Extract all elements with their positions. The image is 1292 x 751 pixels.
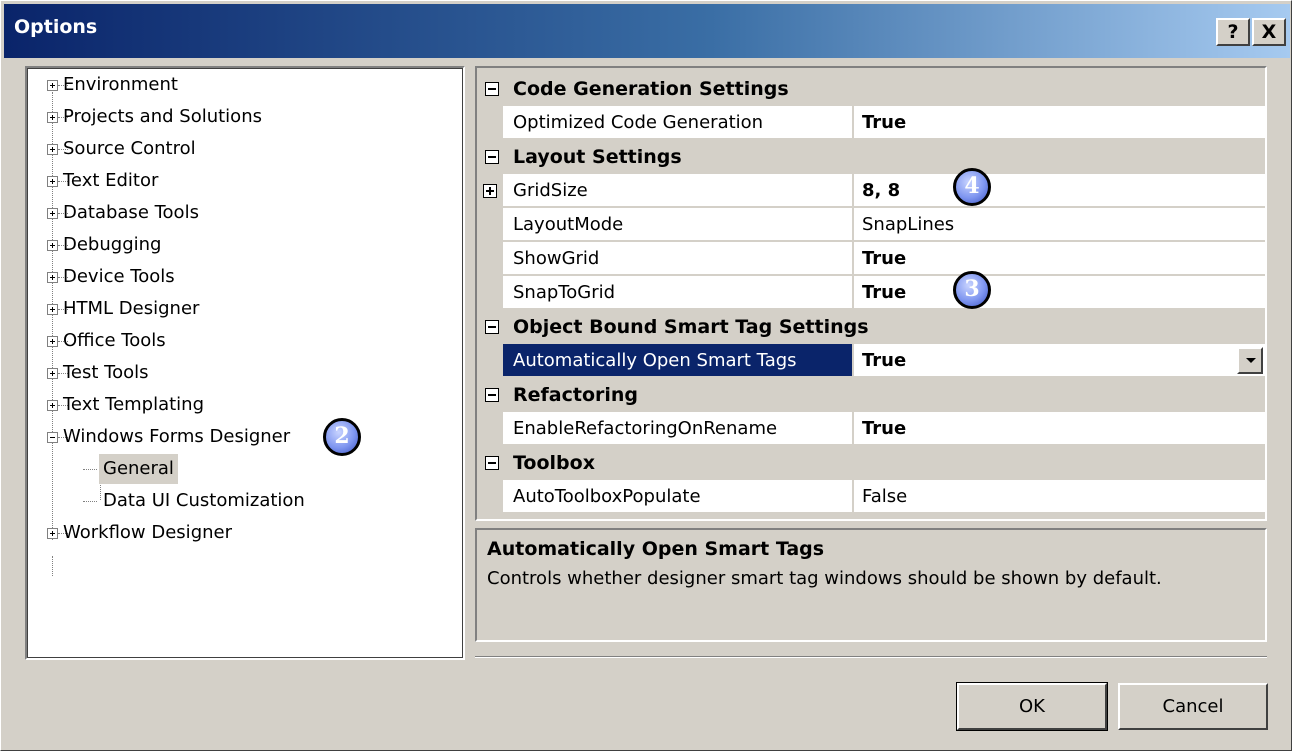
property-name: ShowGrid <box>503 242 853 275</box>
description-title: Automatically Open Smart Tags <box>487 538 825 560</box>
tree-item-label: Text Templating <box>63 394 205 415</box>
collapse-minus-icon[interactable] <box>47 432 58 443</box>
tree-item-label: Projects and Solutions <box>63 106 262 127</box>
collapse-minus-icon[interactable] <box>485 150 499 164</box>
cancel-button[interactable]: Cancel <box>1118 683 1268 730</box>
property-value[interactable]: True <box>854 344 1265 377</box>
property-value[interactable]: 8, 8 <box>854 174 1265 207</box>
expand-plus-icon[interactable] <box>47 240 58 251</box>
property-row-optimized-code-generation[interactable]: Optimized Code Generation True <box>477 106 1265 140</box>
collapse-minus-icon[interactable] <box>485 456 499 470</box>
tree-item-label: Office Tools <box>63 330 166 351</box>
description-text: Controls whether designer smart tag wind… <box>487 568 1162 589</box>
property-value[interactable]: False <box>854 480 1265 513</box>
property-name: AutoToolboxPopulate <box>503 480 853 513</box>
property-row-gridsize[interactable]: GridSize 8, 8 <box>477 174 1265 208</box>
tree-connector <box>52 556 53 576</box>
category-toolbox[interactable]: Toolbox <box>477 446 1265 480</box>
options-tree[interactable]: Environment Projects and Solutions Sourc… <box>25 66 465 660</box>
category-label: Layout Settings <box>513 146 682 168</box>
collapse-minus-icon[interactable] <box>485 388 499 402</box>
property-row-autotoolboxpopulate[interactable]: AutoToolboxPopulate False <box>477 480 1265 514</box>
category-label: Code Generation Settings <box>513 78 789 100</box>
window-title: Options <box>14 16 98 38</box>
collapse-minus-icon[interactable] <box>485 82 499 96</box>
property-name: LayoutMode <box>503 208 853 241</box>
property-row-showgrid[interactable]: ShowGrid True <box>477 242 1265 276</box>
property-row-snaptogrid[interactable]: SnapToGrid True <box>477 276 1265 310</box>
property-row-layoutmode[interactable]: LayoutMode SnapLines <box>477 208 1265 242</box>
expand-plus-icon[interactable] <box>47 208 58 219</box>
expand-plus-icon[interactable] <box>47 304 58 315</box>
collapse-minus-icon[interactable] <box>485 320 499 334</box>
close-button[interactable]: X <box>1252 18 1286 46</box>
category-refactoring[interactable]: Refactoring <box>477 378 1265 412</box>
property-grid[interactable]: Code Generation Settings Optimized Code … <box>475 66 1267 521</box>
expand-plus-icon[interactable] <box>47 80 58 91</box>
callout-badge-4: 4 <box>953 168 991 206</box>
tree-item-label: Test Tools <box>63 362 149 383</box>
property-value[interactable]: SnapLines <box>854 208 1265 241</box>
property-name: Optimized Code Generation <box>503 106 853 139</box>
expand-plus-icon[interactable] <box>47 528 58 539</box>
options-dialog: Options ? X Environment Projects and Sol… <box>0 0 1292 751</box>
property-value[interactable]: True <box>854 242 1265 275</box>
tree-item-label: Debugging <box>63 234 162 255</box>
tree-item-label: Workflow Designer <box>63 522 232 543</box>
description-pane: Automatically Open Smart Tags Controls w… <box>475 528 1267 642</box>
expand-plus-icon[interactable] <box>47 400 58 411</box>
tree-item-label: Source Control <box>63 138 196 159</box>
property-value[interactable]: True <box>854 412 1265 445</box>
separator <box>475 656 1267 658</box>
expand-plus-icon[interactable] <box>483 184 497 198</box>
tree-connector <box>52 92 53 540</box>
property-row-automatically-open-smart-tags[interactable]: Automatically Open Smart Tags True <box>477 344 1265 378</box>
title-bar[interactable]: Options ? X <box>4 4 1290 58</box>
property-value[interactable]: True <box>854 276 1265 309</box>
ok-button[interactable]: OK <box>956 682 1108 731</box>
property-row-enablerefactoringonrename[interactable]: EnableRefactoringOnRename True <box>477 412 1265 446</box>
tree-item-label: Device Tools <box>63 266 175 287</box>
dropdown-arrow-icon[interactable] <box>1237 347 1263 374</box>
category-label: Object Bound Smart Tag Settings <box>513 316 869 338</box>
category-label: Refactoring <box>513 384 639 406</box>
tree-item-label: Environment <box>63 74 178 95</box>
callout-badge-2: 2 <box>323 418 361 456</box>
property-name: EnableRefactoringOnRename <box>503 412 853 445</box>
help-button[interactable]: ? <box>1216 18 1250 46</box>
tree-item-label: Database Tools <box>63 202 199 223</box>
tree-item-label: General <box>99 454 178 484</box>
callout-badge-3: 3 <box>953 271 991 309</box>
expand-plus-icon[interactable] <box>47 272 58 283</box>
tree-item-label: Text Editor <box>63 170 159 191</box>
tree-item-label: HTML Designer <box>63 298 200 319</box>
expand-plus-icon[interactable] <box>47 368 58 379</box>
expand-plus-icon[interactable] <box>47 144 58 155</box>
property-name: SnapToGrid <box>503 276 853 309</box>
category-code-generation-settings[interactable]: Code Generation Settings <box>477 72 1265 106</box>
expand-plus-icon[interactable] <box>47 112 58 123</box>
tree-item-label: Windows Forms Designer <box>63 426 291 447</box>
expand-plus-icon[interactable] <box>47 336 58 347</box>
category-layout-settings[interactable]: Layout Settings <box>477 140 1265 174</box>
category-object-bound-smart-tag-settings[interactable]: Object Bound Smart Tag Settings <box>477 310 1265 344</box>
property-name: Automatically Open Smart Tags <box>503 344 853 377</box>
property-name: GridSize <box>503 174 853 207</box>
category-label: Toolbox <box>513 452 595 474</box>
expand-plus-icon[interactable] <box>47 176 58 187</box>
tree-item-label: Data UI Customization <box>103 490 305 511</box>
property-value[interactable]: True <box>854 106 1265 139</box>
